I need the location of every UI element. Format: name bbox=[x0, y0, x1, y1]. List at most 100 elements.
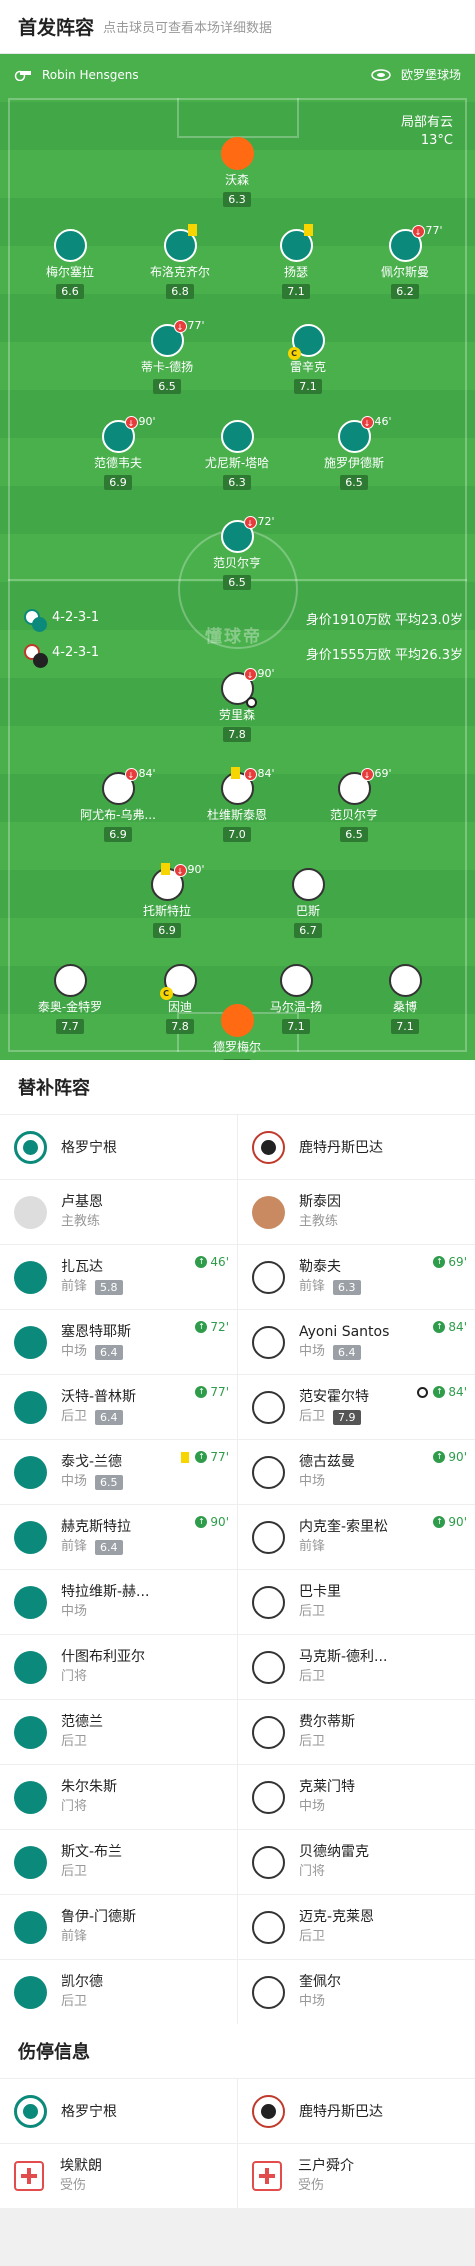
home-sub-player[interactable]: 鲁伊-门德斯 前锋 bbox=[0, 1895, 238, 1959]
injury-away-team[interactable]: 鹿特丹斯巴达 bbox=[238, 2079, 475, 2143]
player-shirt-icon: ↓ 46' bbox=[337, 415, 392, 453]
player-shirt-icon bbox=[163, 224, 197, 262]
player-marker[interactable]: 尤尼斯-塔哈 6.3 bbox=[187, 420, 287, 490]
player-shirt-icon bbox=[220, 137, 254, 170]
sub-player-position: 后卫 bbox=[61, 1994, 88, 2009]
away-sub-player[interactable]: 范安霍尔特 后卫 7.9 ↑ 84' bbox=[238, 1375, 475, 1439]
sub-player-position: 门将 bbox=[61, 1669, 88, 1684]
away-sub-player[interactable]: 勒泰夫 前锋 6.3 ↑ 69' bbox=[238, 1245, 475, 1309]
player-shirt-icon bbox=[53, 229, 87, 262]
subs-teams-row: 格罗宁根 鹿特丹斯巴达 bbox=[0, 1114, 475, 1179]
player-name: 劳里森 bbox=[218, 708, 255, 722]
injury-away-player[interactable]: 三户舜介 受伤 bbox=[238, 2144, 475, 2208]
player-marker[interactable]: ↓ 77' 蒂卡-德扬 6.5 bbox=[117, 319, 217, 394]
subs-row: 扎瓦达 前锋 5.8 ↑ 46' 勒泰夫 前锋 6.3 ↑ 69' bbox=[0, 1244, 475, 1309]
sub-on-icon: ↑ bbox=[433, 1516, 446, 1528]
player-marker[interactable]: ↓ 72' 范贝尔亨 6.5 bbox=[187, 515, 287, 590]
player-avatar-icon bbox=[252, 1910, 285, 1944]
injury-title: 伤停信息 bbox=[18, 2042, 90, 2063]
player-marker[interactable]: ↓ 84' 阿尤布-乌弗... 6.9 bbox=[68, 767, 168, 842]
home-sub-player[interactable]: 斯文-布兰 后卫 bbox=[0, 1830, 238, 1894]
player-marker[interactable]: ↓ 77' 佩尔斯曼 6.2 bbox=[355, 224, 455, 299]
injury-home-player[interactable]: 埃默朗 受伤 bbox=[0, 2144, 238, 2208]
player-rating: 6.3 bbox=[223, 475, 251, 490]
home-coach[interactable]: 卢基恩 主教练 bbox=[0, 1180, 238, 1244]
sub-on-indicator: ↑ 72' bbox=[195, 1320, 229, 1334]
away-sub-player[interactable]: 迈克-克莱恩 后卫 bbox=[238, 1895, 475, 1959]
sub-on-minute: 90' bbox=[448, 1515, 467, 1529]
injured-player-name: 三户舜介 bbox=[298, 2158, 354, 2174]
sub-player-position: 后卫 bbox=[299, 1409, 326, 1424]
sub-player-rating: 6.4 bbox=[95, 1409, 123, 1425]
away-sub-player[interactable]: 克莱门特 中场 bbox=[238, 1765, 475, 1829]
player-marker[interactable]: ↓ 46' 施罗伊德斯 6.5 bbox=[304, 415, 404, 490]
player-shirt-icon bbox=[291, 868, 325, 901]
sub-minute: 69' bbox=[374, 767, 392, 780]
sub-on-icon: ↑ bbox=[433, 1451, 446, 1463]
sub-on-minute: 77' bbox=[210, 1450, 229, 1464]
player-marker[interactable]: 德罗梅尔 7.2 bbox=[187, 1004, 287, 1060]
player-shirt-icon: ↓ 90' bbox=[101, 415, 156, 453]
subs-home-team[interactable]: 格罗宁根 bbox=[0, 1115, 238, 1179]
coach-avatar-icon bbox=[14, 1195, 47, 1229]
away-sub-player[interactable]: 巴卡里 后卫 bbox=[238, 1570, 475, 1634]
home-coach-role: 主教练 bbox=[61, 1214, 101, 1229]
player-marker[interactable]: 桑博 7.1 bbox=[355, 964, 455, 1034]
home-sub-player[interactable]: 特拉维斯-赫... 中场 bbox=[0, 1570, 238, 1634]
sub-player-position-row: 门将 bbox=[61, 1797, 117, 1817]
injury-home-team[interactable]: 格罗宁根 bbox=[0, 2079, 238, 2143]
away-sub-player[interactable]: 马克斯-德利... 后卫 bbox=[238, 1635, 475, 1699]
player-marker[interactable]: ↓ 90' 托斯特拉 6.9 bbox=[117, 863, 217, 938]
player-marker[interactable]: 巴斯 6.7 bbox=[258, 868, 358, 938]
away-team-logo-icon bbox=[24, 644, 48, 668]
away-sub-player[interactable]: 德古兹曼 中场 ↑ 90' bbox=[238, 1440, 475, 1504]
home-team-name: 格罗宁根 bbox=[61, 2104, 117, 2120]
player-marker[interactable]: 布洛克齐尔 6.8 bbox=[130, 224, 230, 299]
away-team-value: 身价1555万欧 平均26.3岁 bbox=[305, 648, 463, 663]
away-sub-player[interactable]: 费尔蒂斯 后卫 bbox=[238, 1700, 475, 1764]
sub-player-name: 赫克斯特拉 bbox=[61, 1519, 131, 1535]
player-marker[interactable]: ↓ 90' 劳里森 7.8 bbox=[187, 667, 287, 742]
player-marker[interactable]: ↓ 84' 杜维斯泰恩 7.0 bbox=[187, 767, 287, 842]
away-sub-player[interactable]: 贝德纳雷克 门将 bbox=[238, 1830, 475, 1894]
away-coach[interactable]: 斯泰因 主教练 bbox=[238, 1180, 475, 1244]
subs-row: 沃特-普林斯 后卫 6.4 ↑ 77' 范安霍尔特 后卫 7.9 ↑ 84' bbox=[0, 1374, 475, 1439]
sub-minute: 90' bbox=[187, 863, 205, 876]
player-rating: 6.5 bbox=[340, 827, 368, 842]
away-coach-name: 斯泰因 bbox=[299, 1194, 341, 1210]
away-sub-player[interactable]: 奎佩尔 中场 bbox=[238, 1960, 475, 2024]
player-marker[interactable]: 沃森 6.3 bbox=[187, 137, 287, 207]
home-sub-player[interactable]: 塞恩特耶斯 中场 6.4 ↑ 72' bbox=[0, 1310, 238, 1374]
subs-title: 替补阵容 bbox=[18, 1078, 90, 1099]
subs-row: 朱尔朱斯 门将 克莱门特 中场 bbox=[0, 1764, 475, 1829]
home-sub-player[interactable]: 泰戈-兰德 中场 6.5 ↑ 77' bbox=[0, 1440, 238, 1504]
subs-away-team[interactable]: 鹿特丹斯巴达 bbox=[238, 1115, 475, 1179]
home-sub-player[interactable]: 凯尔德 后卫 bbox=[0, 1960, 238, 2024]
home-sub-player[interactable]: 赫克斯特拉 前锋 6.4 ↑ 90' bbox=[0, 1505, 238, 1569]
player-marker[interactable]: 梅尔塞拉 6.6 bbox=[20, 229, 120, 299]
player-marker[interactable]: 扬瑟 7.1 bbox=[246, 224, 346, 299]
coach-photo bbox=[252, 1195, 285, 1229]
away-sub-player[interactable]: 内克奎-索里松 前锋 ↑ 90' bbox=[238, 1505, 475, 1569]
player-rating: 7.8 bbox=[223, 727, 251, 742]
home-sub-player[interactable]: 范德兰 后卫 bbox=[0, 1700, 238, 1764]
sub-player-position-row: 中场 bbox=[61, 1602, 149, 1622]
home-sub-player[interactable]: 扎瓦达 前锋 5.8 ↑ 46' bbox=[0, 1245, 238, 1309]
sub-on-icon: ↑ bbox=[195, 1516, 208, 1528]
home-sub-player[interactable]: 沃特-普林斯 后卫 6.4 ↑ 77' bbox=[0, 1375, 238, 1439]
home-sub-player[interactable]: 朱尔朱斯 门将 bbox=[0, 1765, 238, 1829]
sub-player-position-row: 前锋 5.8 bbox=[61, 1277, 123, 1297]
sub-on-indicator: ↑ 90' bbox=[195, 1515, 229, 1529]
sub-on-icon: ↑ bbox=[195, 1256, 208, 1268]
away-sub-player[interactable]: Ayoni Santos 中场 6.4 ↑ 84' bbox=[238, 1310, 475, 1374]
player-marker[interactable]: C 雷辛克 7.1 bbox=[258, 324, 358, 394]
coaches-row: 卢基恩 主教练 斯泰因 主教练 bbox=[0, 1179, 475, 1244]
player-shirt-icon bbox=[279, 224, 313, 262]
player-marker[interactable]: 泰奥-金特罗 7.7 bbox=[20, 964, 120, 1034]
player-marker[interactable]: ↓ 90' 范德韦夫 6.9 bbox=[68, 415, 168, 490]
home-sub-player[interactable]: 什图布利亚尔 门将 bbox=[0, 1635, 238, 1699]
sub-minute: 77' bbox=[187, 319, 205, 332]
player-marker[interactable]: ↓ 69' 范贝尔亨 6.5 bbox=[304, 767, 404, 842]
player-name: 巴斯 bbox=[295, 904, 320, 918]
sub-off-icon: ↓ bbox=[243, 668, 257, 681]
